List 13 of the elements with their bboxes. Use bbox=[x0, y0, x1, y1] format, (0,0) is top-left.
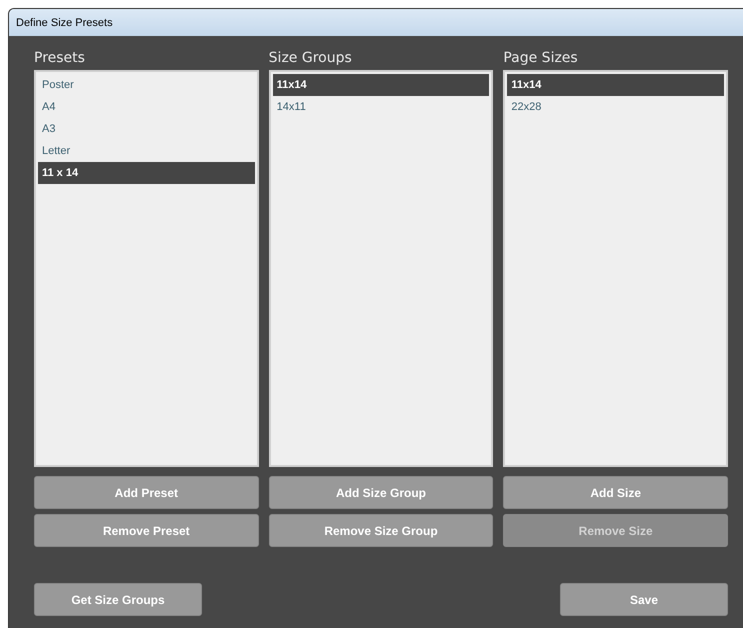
list-item[interactable]: 11 x 14 bbox=[38, 162, 255, 184]
list-item[interactable]: A3 bbox=[38, 118, 255, 140]
list-item[interactable]: 22x28 bbox=[507, 96, 724, 118]
list-item[interactable]: A4 bbox=[38, 96, 255, 118]
list-heading: Page Sizes bbox=[503, 49, 579, 68]
list-item[interactable]: 14x11 bbox=[272, 96, 490, 118]
list-heading: Presets bbox=[34, 49, 86, 68]
list-heading: Size Groups bbox=[268, 49, 353, 68]
list-item[interactable]: Poster bbox=[38, 74, 255, 96]
list-item[interactable]: 11x14 bbox=[272, 74, 490, 96]
list-item[interactable]: Letter bbox=[38, 140, 255, 162]
list-item[interactable]: 11x14 bbox=[507, 74, 724, 96]
window-title: Define Size Presets bbox=[16, 16, 113, 28]
